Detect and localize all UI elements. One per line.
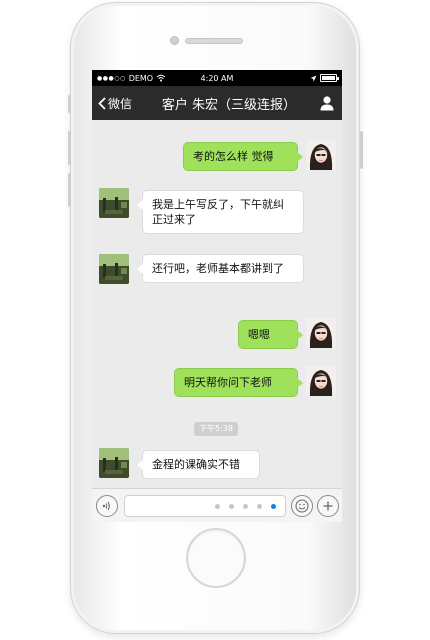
- page-dot[interactable]: [215, 504, 220, 509]
- battery-icon: [320, 74, 339, 82]
- voice-button[interactable]: [96, 495, 118, 517]
- silent-switch: [68, 95, 71, 113]
- volume-down-button: [68, 173, 71, 207]
- message-text-2: 我是上午写反了，下午就纠正过来了: [152, 198, 284, 226]
- battery-level: [322, 76, 335, 80]
- message-input[interactable]: [124, 495, 286, 517]
- my-avatar[interactable]: [306, 366, 336, 396]
- message-bubble-3[interactable]: 还行吧，老师基本都讲到了: [137, 254, 304, 283]
- contact-avatar[interactable]: [99, 448, 129, 478]
- signal-strength-icon: ●●●○○: [97, 74, 126, 82]
- emoji-icon: [295, 499, 309, 513]
- landscape-photo-icon: [99, 188, 129, 218]
- message-list: 考的怎么样 觉得 我是上午写反了，下午就纠正过来了 还行吧，老师基本都讲到了 嗯…: [92, 120, 342, 488]
- location-arrow-icon: [310, 75, 317, 81]
- input-bar: [92, 488, 342, 522]
- message-bubble-4[interactable]: 嗯嗯: [238, 320, 303, 349]
- plus-button[interactable]: [317, 495, 339, 517]
- plus-icon: [323, 501, 333, 511]
- message-bubble-5[interactable]: 明天帮你问下老师: [174, 368, 303, 397]
- page-indicator: [215, 504, 276, 509]
- page-dot[interactable]: [229, 504, 234, 509]
- voice-icon: [102, 501, 110, 511]
- message-bubble-2[interactable]: 我是上午写反了，下午就纠正过来了: [137, 190, 304, 234]
- contact-avatar[interactable]: [99, 188, 129, 218]
- message-text-5: 明天帮你问下老师: [184, 376, 272, 389]
- girl-portrait-icon: [306, 140, 336, 170]
- landscape-photo-icon: [99, 254, 129, 284]
- power-button: [360, 131, 363, 169]
- nav-bar: 微信 客户 朱宏（三级连报）: [92, 86, 342, 120]
- message-text-6: 金程的课确实不错: [152, 458, 240, 471]
- page-dot[interactable]: [243, 504, 248, 509]
- back-button[interactable]: 微信: [92, 95, 146, 112]
- girl-portrait-icon: [306, 318, 336, 348]
- app-screen: ●●●○○ DEMO 4:20 AM 微信 客户 朱宏（三级连报） 考的怎么样 …: [92, 70, 342, 522]
- my-avatar[interactable]: [306, 140, 336, 170]
- home-button[interactable]: [186, 528, 246, 588]
- page-dot[interactable]: [257, 504, 262, 509]
- profile-button[interactable]: [312, 95, 342, 111]
- status-bar: ●●●○○ DEMO 4:20 AM: [92, 70, 342, 86]
- front-camera: [170, 36, 179, 45]
- message-text-1: 考的怎么样 觉得: [193, 150, 274, 163]
- my-avatar[interactable]: [306, 318, 336, 348]
- earpiece-speaker: [185, 38, 243, 44]
- volume-up-button: [68, 131, 71, 165]
- message-bubble-1[interactable]: 考的怎么样 觉得: [183, 142, 303, 171]
- time-divider: 下午5:38: [194, 422, 238, 436]
- girl-portrait-icon: [306, 366, 336, 396]
- chat-title: 客户 朱宏（三级连报）: [161, 97, 297, 113]
- emoji-button[interactable]: [291, 495, 313, 517]
- contact-avatar[interactable]: [99, 254, 129, 284]
- carrier-label: DEMO: [128, 73, 154, 83]
- back-label: 微信: [108, 96, 133, 111]
- wifi-icon: [156, 74, 166, 82]
- message-text-3: 还行吧，老师基本都讲到了: [152, 262, 284, 275]
- message-text-4: 嗯嗯: [248, 328, 270, 341]
- landscape-photo-icon: [99, 448, 129, 478]
- page-dot[interactable]: [271, 504, 276, 509]
- message-bubble-6[interactable]: 金程的课确实不错: [137, 450, 260, 479]
- chevron-left-icon: [98, 96, 106, 110]
- person-icon: [320, 96, 334, 111]
